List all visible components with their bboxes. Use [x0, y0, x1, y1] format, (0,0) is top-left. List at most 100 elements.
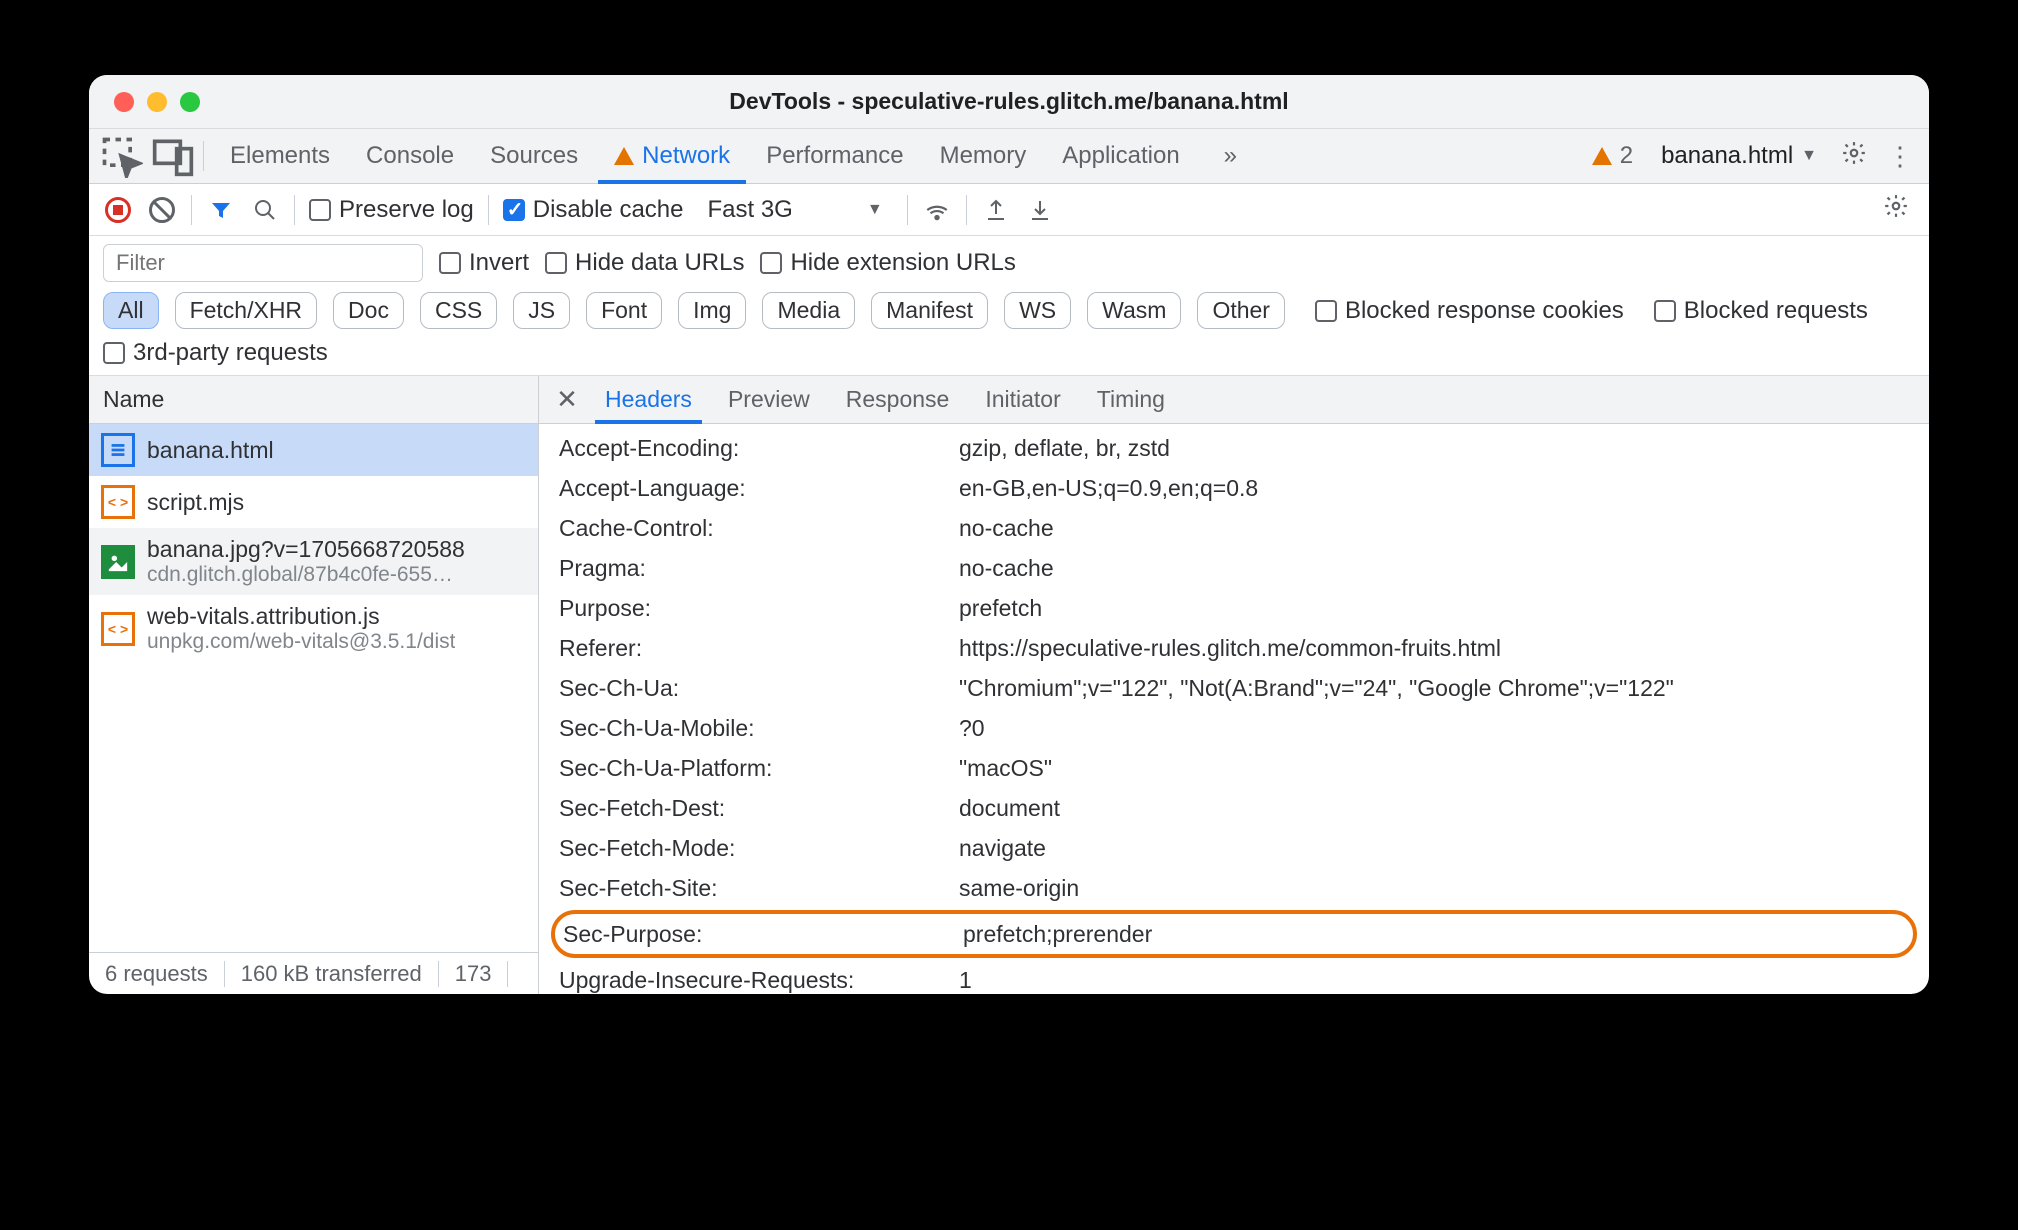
request-row[interactable]: < >script.mjs [89, 476, 538, 528]
header-value: gzip, deflate, br, zstd [959, 428, 1909, 468]
network-settings-icon[interactable] [1877, 193, 1915, 226]
js-file-icon: < > [101, 485, 135, 519]
filter-type-css[interactable]: CSS [420, 292, 497, 329]
zoom-window-button[interactable] [180, 92, 200, 112]
header-row: Accept-Encoding:gzip, deflate, br, zstd [539, 428, 1929, 468]
header-name: Sec-Ch-Ua-Mobile: [559, 708, 959, 748]
warning-icon [1592, 147, 1612, 165]
header-value: https://speculative-rules.glitch.me/comm… [959, 628, 1909, 668]
header-value: no-cache [959, 508, 1909, 548]
header-name: Accept-Encoding: [559, 428, 959, 468]
inspect-icon[interactable] [99, 134, 143, 178]
headers-panel: Accept-Encoding:gzip, deflate, br, zstdA… [539, 424, 1929, 994]
filter-type-other[interactable]: Other [1197, 292, 1285, 329]
search-icon[interactable] [250, 195, 280, 225]
network-content: Name banana.html< >script.mjsbanana.jpg?… [89, 376, 1929, 994]
third-party-checkbox[interactable]: 3rd-party requests [103, 339, 328, 367]
devtools-window: DevTools - speculative-rules.glitch.me/b… [89, 75, 1929, 994]
header-value: en-GB,en-US;q=0.9,en;q=0.8 [959, 468, 1909, 508]
context-selector[interactable]: banana.html ▼ [1651, 142, 1827, 170]
header-value: navigate [959, 828, 1909, 868]
tab-sources[interactable]: Sources [472, 129, 596, 183]
header-value: prefetch;prerender [963, 914, 1905, 954]
header-row: Accept-Language:en-GB,en-US;q=0.9,en;q=0… [539, 468, 1929, 508]
separator [907, 195, 908, 225]
detail-pane: ✕ HeadersPreviewResponseInitiatorTiming … [539, 376, 1929, 994]
warning-icon [614, 147, 634, 165]
name-column-header[interactable]: Name [89, 376, 538, 424]
device-toggle-icon[interactable] [151, 134, 195, 178]
doc-file-icon [101, 433, 135, 467]
invert-checkbox[interactable]: Invert [439, 249, 529, 277]
header-row: Sec-Ch-Ua:"Chromium";v="122", "Not(A:Bra… [539, 668, 1929, 708]
header-name: Upgrade-Insecure-Requests: [559, 960, 959, 994]
upload-har-icon[interactable] [981, 195, 1011, 225]
header-value: same-origin [959, 868, 1909, 908]
filter-bar: Invert Hide data URLs Hide extension URL… [89, 236, 1929, 376]
tab-network[interactable]: Network [596, 129, 748, 183]
clear-button[interactable] [147, 195, 177, 225]
status-bar: 6 requests 160 kB transferred 173 [89, 952, 538, 994]
settings-icon[interactable] [1835, 140, 1873, 173]
filter-type-doc[interactable]: Doc [333, 292, 404, 329]
minimize-window-button[interactable] [147, 92, 167, 112]
header-name: Purpose: [559, 588, 959, 628]
request-row[interactable]: banana.html [89, 424, 538, 476]
filter-type-js[interactable]: JS [513, 292, 570, 329]
more-tabs-button[interactable]: » [1206, 129, 1255, 183]
header-row: Sec-Purpose:prefetch;prerender [551, 910, 1917, 958]
filter-type-img[interactable]: Img [678, 292, 746, 329]
header-row: Cache-Control:no-cache [539, 508, 1929, 548]
chevron-down-icon: ▼ [867, 201, 883, 219]
header-name: Cache-Control: [559, 508, 959, 548]
blocked-cookies-checkbox[interactable]: Blocked response cookies [1315, 297, 1624, 325]
hide-extension-urls-checkbox[interactable]: Hide extension URLs [760, 249, 1015, 277]
filter-type-manifest[interactable]: Manifest [871, 292, 988, 329]
network-conditions-icon[interactable] [922, 195, 952, 225]
detail-tab-timing[interactable]: Timing [1079, 376, 1183, 423]
header-name: Accept-Language: [559, 468, 959, 508]
detail-tab-initiator[interactable]: Initiator [967, 376, 1078, 423]
disable-cache-checkbox[interactable]: Disable cache [503, 196, 684, 224]
request-row[interactable]: < >web-vitals.attribution.jsunpkg.com/we… [89, 595, 538, 662]
hide-data-urls-checkbox[interactable]: Hide data URLs [545, 249, 744, 277]
window-controls [89, 92, 200, 112]
issues-count[interactable]: 2 [1582, 142, 1643, 170]
tab-application[interactable]: Application [1044, 129, 1197, 183]
filter-type-media[interactable]: Media [762, 292, 855, 329]
detail-tab-headers[interactable]: Headers [587, 376, 710, 423]
preserve-log-checkbox[interactable]: Preserve log [309, 196, 474, 224]
chevron-right-icon: » [1224, 142, 1237, 170]
close-window-button[interactable] [114, 92, 134, 112]
throttling-select[interactable]: Fast 3G ▼ [697, 196, 892, 224]
tab-memory[interactable]: Memory [922, 129, 1045, 183]
blocked-requests-checkbox[interactable]: Blocked requests [1654, 297, 1868, 325]
download-har-icon[interactable] [1025, 195, 1055, 225]
main-tabs: ElementsConsoleSourcesNetworkPerformance… [89, 129, 1929, 184]
img-file-icon [101, 545, 135, 579]
filter-toggle-icon[interactable] [206, 195, 236, 225]
filter-type-font[interactable]: Font [586, 292, 662, 329]
tab-performance[interactable]: Performance [748, 129, 921, 183]
detail-tab-preview[interactable]: Preview [710, 376, 828, 423]
header-value: no-cache [959, 548, 1909, 588]
filter-input[interactable] [103, 244, 423, 282]
request-list: banana.html< >script.mjsbanana.jpg?v=170… [89, 424, 538, 952]
tab-elements[interactable]: Elements [212, 129, 348, 183]
tab-console[interactable]: Console [348, 129, 472, 183]
header-row: Sec-Ch-Ua-Platform:"macOS" [539, 748, 1929, 788]
network-toolbar: Preserve log Disable cache Fast 3G ▼ [89, 184, 1929, 236]
filter-type-fetchxhr[interactable]: Fetch/XHR [175, 292, 317, 329]
detail-tab-response[interactable]: Response [828, 376, 968, 423]
filter-type-wasm[interactable]: Wasm [1087, 292, 1181, 329]
filter-type-all[interactable]: All [103, 292, 159, 329]
kebab-icon[interactable]: ⋮ [1881, 141, 1919, 172]
filter-type-ws[interactable]: WS [1004, 292, 1071, 329]
status-requests: 6 requests [89, 961, 225, 987]
close-detail-button[interactable]: ✕ [547, 384, 587, 415]
detail-tabs: ✕ HeadersPreviewResponseInitiatorTiming [539, 376, 1929, 424]
record-button[interactable] [103, 195, 133, 225]
header-row: Sec-Fetch-Mode:navigate [539, 828, 1929, 868]
header-row: Sec-Fetch-Dest:document [539, 788, 1929, 828]
request-row[interactable]: banana.jpg?v=1705668720588cdn.glitch.glo… [89, 528, 538, 595]
